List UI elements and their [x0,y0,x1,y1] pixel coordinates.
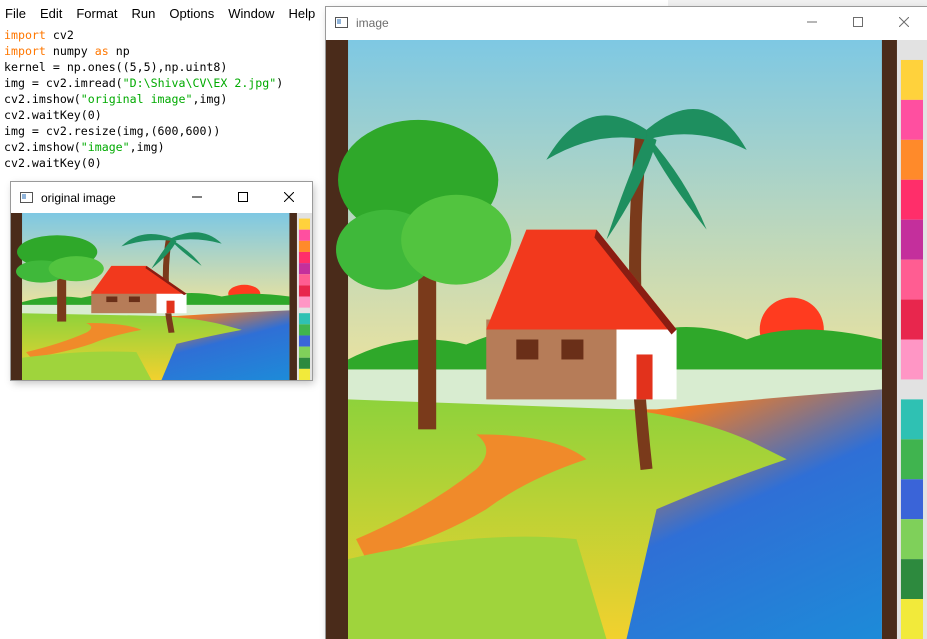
menu-window[interactable]: Window [221,0,281,28]
code-line[interactable]: cv2.waitKey(0) [4,107,283,123]
code-text: np [108,44,130,58]
code-keyword: as [94,44,109,58]
maximize-icon [238,192,248,202]
code-text: ,img) [192,92,228,106]
code-text: img = cv2.resize(img,(600,600)) [4,124,221,138]
code-text: img = cv2.imread( [4,76,123,90]
menu-run[interactable]: Run [125,0,163,28]
menu-format[interactable]: Format [69,0,124,28]
image-canvas [326,40,927,639]
menu-edit[interactable]: Edit [33,0,69,28]
minimize-icon [807,21,817,23]
maximize-button[interactable] [835,7,881,38]
code-text: numpy [45,44,95,58]
code-line[interactable]: cv2.imshow("original image",img) [4,91,283,107]
code-string: "D:\Shiva\CV\EX 2.jpg" [122,76,277,90]
code-text: cv2.imshow( [4,92,81,106]
landscape-painting [326,40,927,639]
code-line[interactable]: img = cv2.imread("D:\Shiva\CV\EX 2.jpg") [4,75,283,91]
menu-file[interactable]: File [0,0,33,28]
minimize-button[interactable] [174,182,220,213]
code-string: "image" [80,140,130,154]
close-icon [899,17,909,27]
code-text: cv2.imshow( [4,140,81,154]
window-title: image [356,15,389,30]
original-image-window[interactable]: original image [11,182,312,380]
window-title: original image [41,190,116,205]
image-window[interactable]: image [326,7,927,639]
original-image-canvas [11,213,312,380]
code-line[interactable]: kernel = np.ones((5,5),np.uint8) [4,59,283,75]
code-line[interactable]: cv2.imshow("image",img) [4,139,283,155]
menu-help[interactable]: Help [281,0,322,28]
code-editor[interactable]: import cv2 import numpy as np kernel = np.… [4,27,283,171]
code-text: ) [276,76,284,90]
opencv-window-icon [335,17,348,28]
close-button[interactable] [881,7,927,38]
minimize-icon [192,196,202,198]
minimize-button[interactable] [789,7,835,38]
code-text: cv2.waitKey(0) [4,156,102,170]
code-text: kernel = np.ones((5,5),np.uint8) [4,60,228,74]
close-icon [284,192,294,202]
code-keyword: import [4,28,46,42]
code-string: "original image" [80,92,193,106]
code-text: ,img) [129,140,165,154]
code-line[interactable]: img = cv2.resize(img,(600,600)) [4,123,283,139]
maximize-button[interactable] [220,182,266,213]
code-text: cv2.waitKey(0) [4,108,102,122]
menu-options[interactable]: Options [162,0,221,28]
close-button[interactable] [266,182,312,213]
title-bar[interactable]: original image [11,182,312,213]
code-keyword: import [4,44,46,58]
code-text: cv2 [45,28,74,42]
opencv-window-icon [20,192,33,203]
code-line[interactable]: cv2.waitKey(0) [4,155,283,171]
landscape-painting [11,213,312,380]
code-line[interactable]: import cv2 [4,27,283,43]
title-bar[interactable]: image [326,7,927,38]
maximize-icon [853,17,863,27]
code-line[interactable]: import numpy as np [4,43,283,59]
